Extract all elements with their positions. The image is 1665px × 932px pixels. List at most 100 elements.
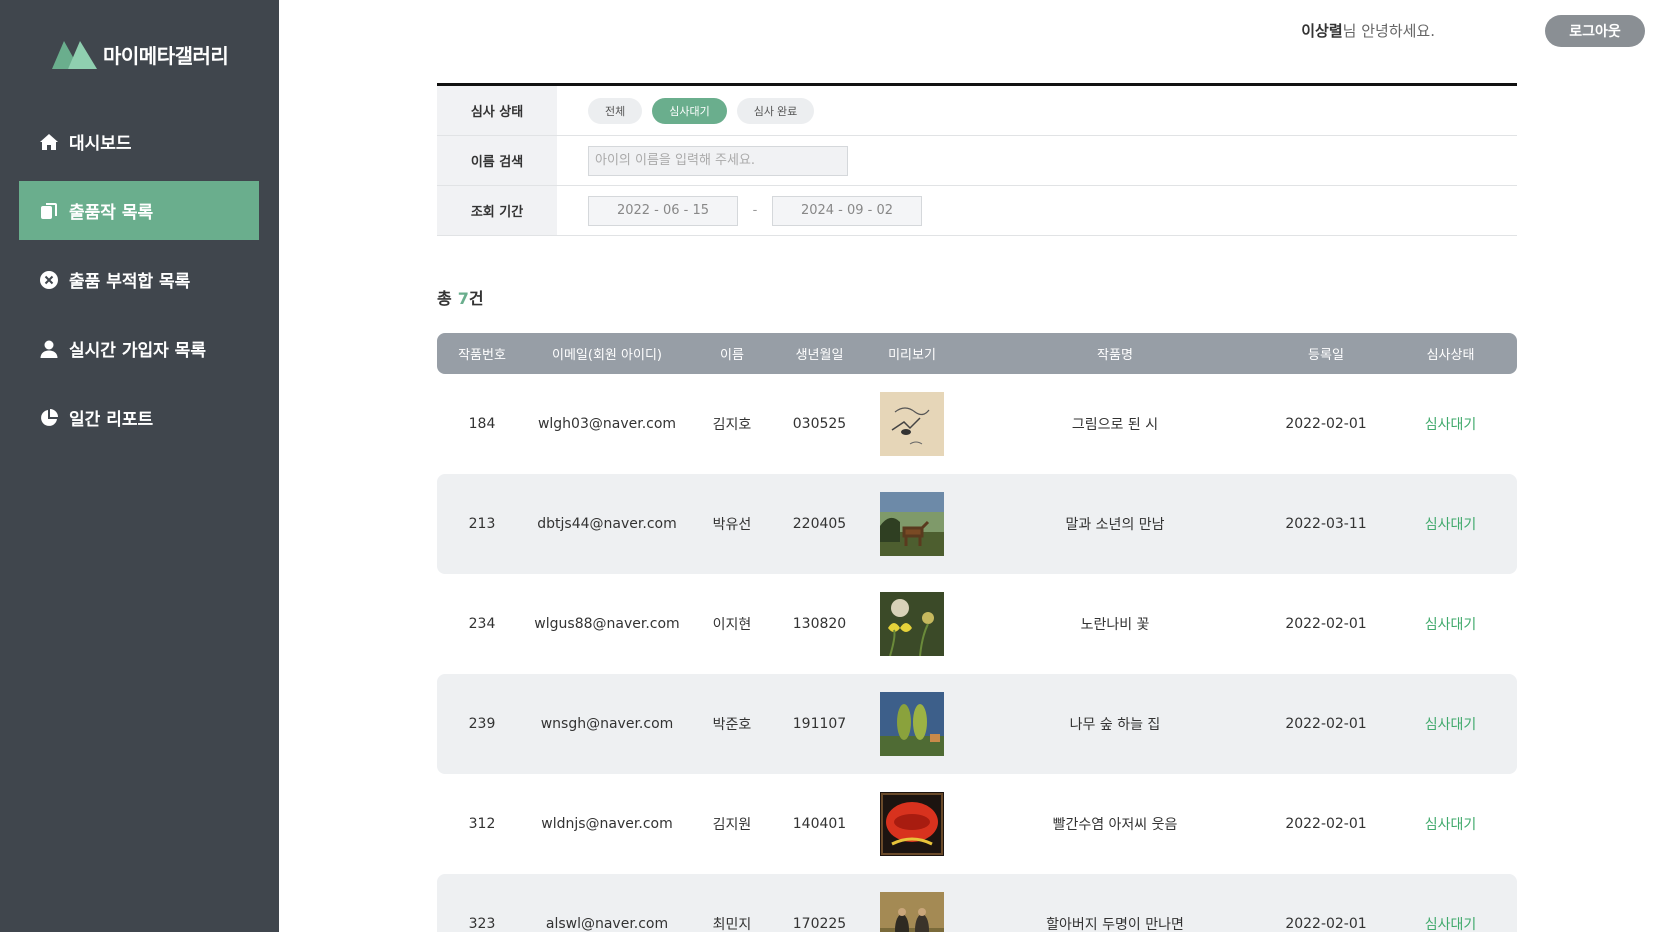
table-row[interactable]: 312 wldnjs@naver.com 김지원 140401 빨간수염 아저씨…: [437, 774, 1517, 874]
close-circle-icon: [39, 270, 59, 290]
artwork-thumbnail[interactable]: [880, 492, 944, 556]
artwork-thumbnail[interactable]: [880, 392, 944, 456]
start-date-field[interactable]: 2022 - 06 - 15: [588, 195, 738, 226]
date-separator: -: [752, 203, 758, 218]
cell-preview: [862, 892, 962, 932]
cell-name: 박준호: [712, 717, 752, 733]
cell-title: 빨간수염 아저씨 웃음: [1052, 817, 1178, 833]
column-header[interactable]: 이메일(회원 아이디): [527, 344, 687, 363]
cell-status: 심사대기: [1424, 617, 1477, 633]
table-row[interactable]: 213 dbtjs44@naver.com 박유선 220405 말과 소년의 …: [437, 474, 1517, 574]
copy-icon: [39, 201, 59, 221]
logo-icon: [52, 40, 97, 69]
filter-panel: 심사 상태 전체 심사대기 심사 완료 이름 검색 조회 기간 2022 - 0…: [437, 83, 1517, 236]
app-root: 마이메타갤러리 대시보드 출품작 목록 출품 부적합 목록 실시간 가입자 목록…: [0, 0, 1665, 932]
name-search-input[interactable]: [588, 145, 848, 176]
artwork-thumbnail[interactable]: [880, 592, 944, 656]
logo[interactable]: 마이메타갤러리: [52, 40, 229, 69]
sidebar-nav: 대시보드 출품작 목록 출품 부적합 목록 실시간 가입자 목록 일간 리포트: [19, 112, 259, 457]
column-header[interactable]: 심사상태: [1384, 344, 1517, 363]
cell-id: 239: [468, 716, 496, 732]
cell-date: 2022-02-01: [1285, 416, 1367, 432]
column-header[interactable]: 등록일: [1268, 344, 1384, 363]
cell-status: 심사대기: [1424, 817, 1477, 833]
cell-email: wlgus88@naver.com: [534, 616, 680, 632]
cell-birth: 140401: [792, 816, 847, 832]
cell-title: 말과 소년의 만남: [1065, 517, 1165, 533]
cell-status: 심사대기: [1424, 517, 1477, 533]
cell-title: 그림으로 된 시: [1071, 417, 1159, 433]
cell-date: 2022-02-01: [1285, 616, 1367, 632]
cell-birth: 220405: [792, 516, 847, 532]
cell-title: 할아버지 두명이 만나면: [1046, 917, 1184, 932]
cell-preview: [862, 492, 962, 556]
cell-title: 나무 숲 하늘 집: [1069, 717, 1161, 733]
status-chip-all[interactable]: 전체: [588, 97, 643, 124]
cell-name: 최민지: [712, 917, 752, 932]
cell-email: alswl@naver.com: [545, 916, 669, 932]
cell-date: 2022-02-01: [1285, 816, 1367, 832]
total-prefix: 총: [437, 289, 452, 308]
table-row[interactable]: 239 wnsgh@naver.com 박준호 191107 나무 숲 하늘 집…: [437, 674, 1517, 774]
column-header[interactable]: 미리보기: [862, 344, 962, 363]
table-row[interactable]: 323 alswl@naver.com 최민지 170225 할아버지 두명이 …: [437, 874, 1517, 932]
status-chip-pending[interactable]: 심사대기: [652, 97, 727, 124]
artwork-thumbnail[interactable]: [880, 892, 944, 932]
cell-email: dbtjs44@naver.com: [537, 516, 677, 532]
cell-preview: [862, 392, 962, 456]
greeting-suffix: 님 안녕하세요.: [1342, 22, 1435, 40]
cell-id: 312: [468, 816, 496, 832]
sidebar-item-label: 일간 리포트: [69, 410, 154, 430]
filter-label: 조회 기간: [437, 186, 557, 235]
cell-preview: [862, 792, 962, 856]
filter-row-name: 이름 검색: [437, 136, 1517, 186]
sidebar-item-label: 대시보드: [69, 134, 132, 154]
cell-id: 213: [468, 516, 496, 532]
filter-label: 이름 검색: [437, 136, 557, 185]
cell-status: 심사대기: [1424, 717, 1477, 733]
date-range: 2022 - 06 - 15 - 2024 - 09 - 02: [557, 186, 1517, 235]
home-icon: [39, 132, 59, 152]
column-header[interactable]: 이름: [687, 344, 777, 363]
sidebar-item-signups[interactable]: 실시간 가입자 목록: [19, 319, 259, 378]
table-body: 184 wlgh03@naver.com 김지호 030525 그림으로 된 시…: [437, 374, 1517, 932]
cell-date: 2022-02-01: [1285, 716, 1367, 732]
cell-title: 노란나비 꽃: [1080, 617, 1150, 633]
cell-name: 이지현: [712, 617, 752, 633]
cell-status: 심사대기: [1424, 417, 1477, 433]
cell-status: 심사대기: [1424, 917, 1477, 932]
cell-name: 박유선: [712, 517, 752, 533]
table-header: 작품번호 이메일(회원 아이디) 이름 생년월일 미리보기 작품명 등록일 심사…: [437, 333, 1517, 374]
status-chip-done[interactable]: 심사 완료: [736, 97, 815, 124]
sidebar-item-label: 출품 부적합 목록: [69, 272, 191, 292]
column-header[interactable]: 작품명: [962, 344, 1268, 363]
table-row[interactable]: 184 wlgh03@naver.com 김지호 030525 그림으로 된 시…: [437, 374, 1517, 474]
sidebar-item-submissions[interactable]: 출품작 목록: [19, 181, 259, 240]
user-name: 이상렬: [1301, 22, 1343, 40]
cell-date: 2022-02-01: [1285, 916, 1367, 932]
cell-preview: [862, 692, 962, 756]
sidebar-item-daily-report[interactable]: 일간 리포트: [19, 388, 259, 447]
cell-birth: 191107: [792, 716, 847, 732]
filter-label: 심사 상태: [437, 86, 557, 135]
artwork-thumbnail[interactable]: [880, 692, 944, 756]
column-header[interactable]: 생년월일: [777, 344, 862, 363]
sidebar-item-dashboard[interactable]: 대시보드: [19, 112, 259, 171]
cell-date: 2022-03-11: [1285, 516, 1367, 532]
end-date-field[interactable]: 2024 - 09 - 02: [772, 195, 922, 226]
filter-name-content: [557, 136, 1517, 185]
sidebar-item-rejected[interactable]: 출품 부적합 목록: [19, 250, 259, 309]
cell-birth: 170225: [792, 916, 847, 932]
sidebar-item-label: 실시간 가입자 목록: [69, 341, 206, 361]
total-number: 7: [457, 289, 469, 308]
total-suffix: 건: [468, 289, 484, 308]
pie-chart-icon: [39, 408, 59, 428]
table-row[interactable]: 234 wlgus88@naver.com 이지현 130820 노란나비 꽃 …: [437, 574, 1517, 674]
cell-birth: 130820: [792, 616, 847, 632]
artwork-thumbnail[interactable]: [880, 792, 944, 856]
logo-text: 마이메타갤러리: [103, 44, 229, 68]
cell-name: 김지호: [712, 417, 752, 433]
column-header[interactable]: 작품번호: [437, 344, 527, 363]
total-count: 총 7건: [437, 285, 484, 309]
logout-button[interactable]: 로그아웃: [1545, 15, 1645, 47]
